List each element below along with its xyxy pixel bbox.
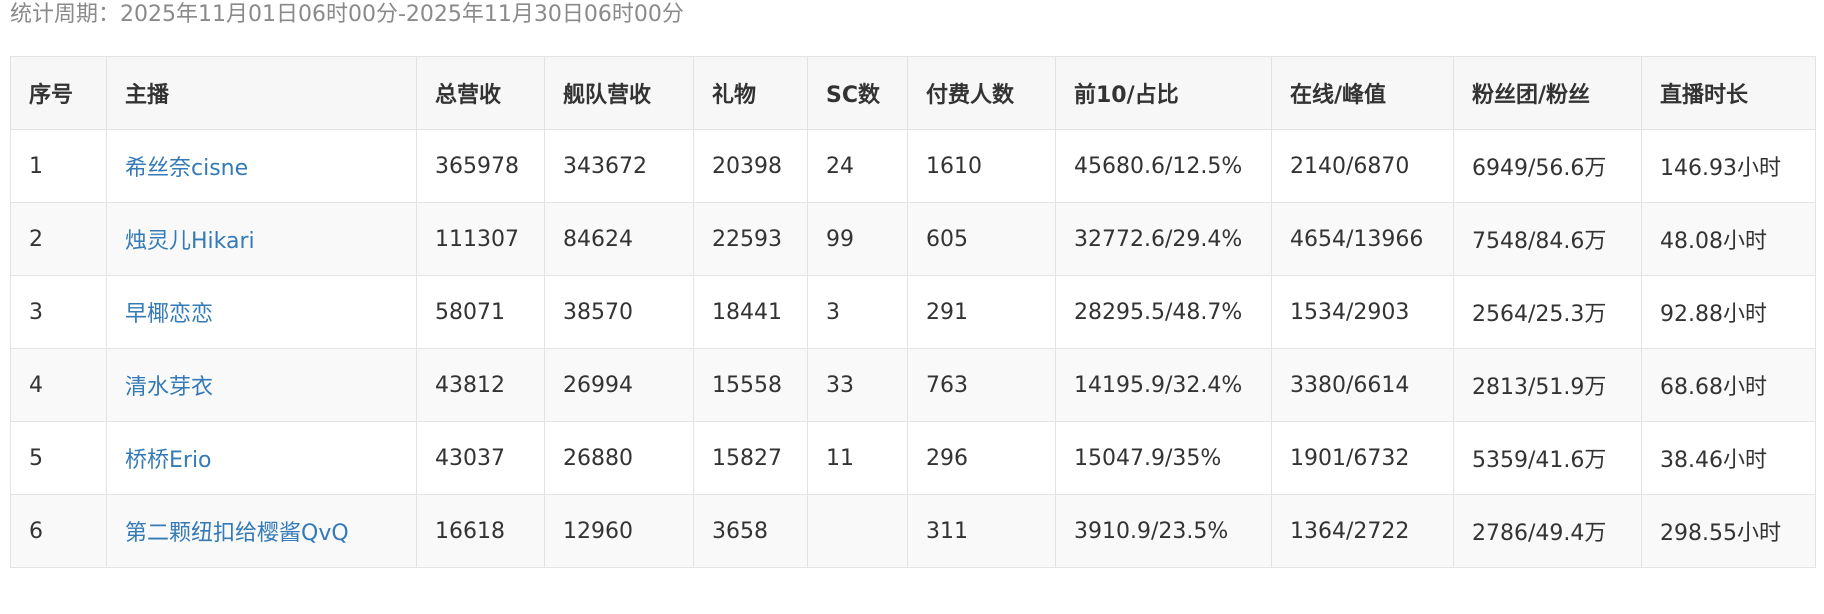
cell-fleet-revenue: 12960 xyxy=(544,494,694,568)
column-header-paying-users: 付费人数 xyxy=(907,56,1056,130)
table-row: 2 烛灵儿Hikari 111307 84624 22593 99 605 32… xyxy=(10,202,1816,276)
cell-gifts: 15827 xyxy=(693,421,808,495)
cell-stream-duration: 146.93小时 xyxy=(1641,129,1816,203)
cell-online-peak: 4654/13966 xyxy=(1271,202,1454,276)
cell-fanclub-fans: 6949/56.6万 xyxy=(1453,129,1642,203)
streamer-link[interactable]: 清水芽衣 xyxy=(125,375,213,400)
cell-sc-count: 24 xyxy=(807,129,908,203)
cell-total-revenue: 16618 xyxy=(416,494,545,568)
column-header-gifts: 礼物 xyxy=(693,56,808,130)
table-row: 1 希丝奈cisne 365978 343672 20398 24 1610 4… xyxy=(10,129,1816,203)
cell-sc-count xyxy=(807,494,908,568)
cell-gifts: 3658 xyxy=(693,494,808,568)
streamer-link[interactable]: 第二颗纽扣给樱酱QvQ xyxy=(125,521,349,546)
column-header-total-revenue: 总营收 xyxy=(416,56,545,130)
cell-streamer: 桥桥Erio xyxy=(106,421,417,495)
cell-total-revenue: 365978 xyxy=(416,129,545,203)
table-row: 6 第二颗纽扣给樱酱QvQ 16618 12960 3658 311 3910.… xyxy=(10,494,1816,568)
column-header-streamer: 主播 xyxy=(106,56,417,130)
cell-streamer: 希丝奈cisne xyxy=(106,129,417,203)
cell-stream-duration: 68.68小时 xyxy=(1641,348,1816,422)
column-header-sc-count: SC数 xyxy=(807,56,908,130)
cell-streamer: 清水芽衣 xyxy=(106,348,417,422)
cell-online-peak: 1364/2722 xyxy=(1271,494,1454,568)
cell-paying-users: 291 xyxy=(907,275,1056,349)
cell-streamer: 第二颗纽扣给樱酱QvQ xyxy=(106,494,417,568)
cell-online-peak: 1901/6732 xyxy=(1271,421,1454,495)
cell-fanclub-fans: 7548/84.6万 xyxy=(1453,202,1642,276)
cell-stream-duration: 48.08小时 xyxy=(1641,202,1816,276)
cell-top10-share: 32772.6/29.4% xyxy=(1055,202,1272,276)
streamer-link[interactable]: 桥桥Erio xyxy=(125,448,212,473)
cell-fanclub-fans: 5359/41.6万 xyxy=(1453,421,1642,495)
cell-online-peak: 2140/6870 xyxy=(1271,129,1454,203)
cell-online-peak: 1534/2903 xyxy=(1271,275,1454,349)
cell-fleet-revenue: 343672 xyxy=(544,129,694,203)
cell-paying-users: 1610 xyxy=(907,129,1056,203)
streamer-link[interactable]: 早椰恋恋 xyxy=(125,302,213,327)
cell-fleet-revenue: 38570 xyxy=(544,275,694,349)
cell-gifts: 22593 xyxy=(693,202,808,276)
cell-total-revenue: 43812 xyxy=(416,348,545,422)
cell-sc-count: 33 xyxy=(807,348,908,422)
cell-online-peak: 3380/6614 xyxy=(1271,348,1454,422)
cell-sc-count: 3 xyxy=(807,275,908,349)
column-header-rank: 序号 xyxy=(10,56,107,130)
cell-gifts: 20398 xyxy=(693,129,808,203)
cell-total-revenue: 111307 xyxy=(416,202,545,276)
column-header-online-peak: 在线/峰值 xyxy=(1271,56,1454,130)
cell-rank: 2 xyxy=(10,202,107,276)
cell-sc-count: 11 xyxy=(807,421,908,495)
cell-top10-share: 14195.9/32.4% xyxy=(1055,348,1272,422)
cell-fanclub-fans: 2813/51.9万 xyxy=(1453,348,1642,422)
streamer-link[interactable]: 希丝奈cisne xyxy=(125,156,248,181)
cell-rank: 4 xyxy=(10,348,107,422)
cell-fanclub-fans: 2786/49.4万 xyxy=(1453,494,1642,568)
column-header-fleet-revenue: 舰队营收 xyxy=(544,56,694,130)
cell-rank: 1 xyxy=(10,129,107,203)
cell-stream-duration: 298.55小时 xyxy=(1641,494,1816,568)
cell-fleet-revenue: 84624 xyxy=(544,202,694,276)
cell-top10-share: 28295.5/48.7% xyxy=(1055,275,1272,349)
cell-fanclub-fans: 2564/25.3万 xyxy=(1453,275,1642,349)
cell-fleet-revenue: 26994 xyxy=(544,348,694,422)
cell-paying-users: 763 xyxy=(907,348,1056,422)
cell-streamer: 早椰恋恋 xyxy=(106,275,417,349)
cell-rank: 3 xyxy=(10,275,107,349)
cell-gifts: 18441 xyxy=(693,275,808,349)
table-row: 5 桥桥Erio 43037 26880 15827 11 296 15047.… xyxy=(10,421,1816,495)
cell-streamer: 烛灵儿Hikari xyxy=(106,202,417,276)
cell-paying-users: 605 xyxy=(907,202,1056,276)
cell-rank: 5 xyxy=(10,421,107,495)
cell-paying-users: 311 xyxy=(907,494,1056,568)
column-header-fanclub-fans: 粉丝团/粉丝 xyxy=(1453,56,1642,130)
cell-total-revenue: 58071 xyxy=(416,275,545,349)
cell-total-revenue: 43037 xyxy=(416,421,545,495)
cell-top10-share: 3910.9/23.5% xyxy=(1055,494,1272,568)
cell-stream-duration: 92.88小时 xyxy=(1641,275,1816,349)
table-row: 3 早椰恋恋 58071 38570 18441 3 291 28295.5/4… xyxy=(10,275,1816,349)
table-header-row: 序号 主播 总营收 舰队营收 礼物 SC数 付费人数 前10/占比 在线/峰值 … xyxy=(10,56,1816,130)
cell-stream-duration: 38.46小时 xyxy=(1641,421,1816,495)
cell-top10-share: 45680.6/12.5% xyxy=(1055,129,1272,203)
table-row: 4 清水芽衣 43812 26994 15558 33 763 14195.9/… xyxy=(10,348,1816,422)
cell-paying-users: 296 xyxy=(907,421,1056,495)
cell-fleet-revenue: 26880 xyxy=(544,421,694,495)
column-header-top10-share: 前10/占比 xyxy=(1055,56,1272,130)
streamer-link[interactable]: 烛灵儿Hikari xyxy=(125,229,255,254)
cell-gifts: 15558 xyxy=(693,348,808,422)
streamer-stats-table: 序号 主播 总营收 舰队营收 礼物 SC数 付费人数 前10/占比 在线/峰值 … xyxy=(10,56,1816,568)
cell-sc-count: 99 xyxy=(807,202,908,276)
column-header-stream-duration: 直播时长 xyxy=(1641,56,1816,130)
cell-top10-share: 15047.9/35% xyxy=(1055,421,1272,495)
cell-rank: 6 xyxy=(10,494,107,568)
stats-period: 统计周期：2025年11月01日06时00分-2025年11月30日06时00分 xyxy=(10,2,684,27)
